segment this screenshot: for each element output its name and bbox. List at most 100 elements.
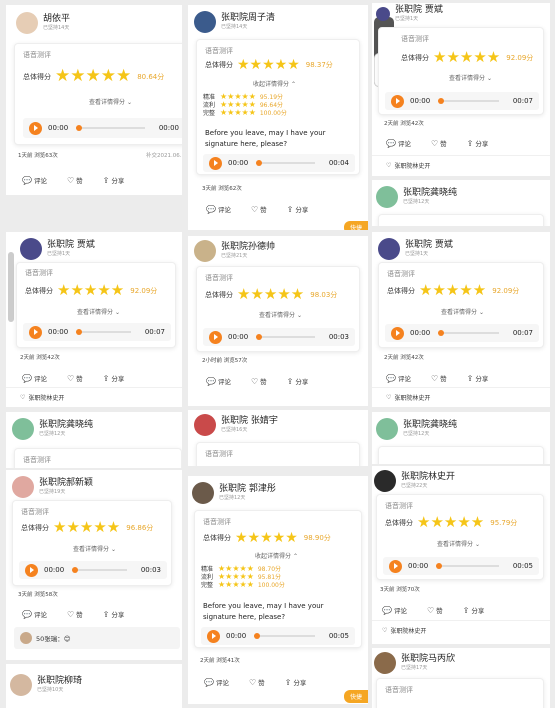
avatar[interactable] bbox=[194, 11, 216, 33]
progress-track[interactable] bbox=[436, 563, 499, 569]
liker-list[interactable]: ♡ 张职院林史开 bbox=[386, 161, 430, 170]
progress-track[interactable] bbox=[254, 633, 315, 639]
progress-handle[interactable] bbox=[256, 160, 263, 166]
share-button[interactable]: ⇪ 分享 bbox=[467, 138, 489, 149]
user-name[interactable]: 张职院 张婧宇 bbox=[221, 416, 278, 427]
comment-row[interactable]: 50张瑞：😊 bbox=[14, 627, 180, 649]
user-name[interactable]: 张职院龚晓纯 bbox=[403, 188, 457, 199]
view-details-button[interactable]: 查看详情得分 ⌄ bbox=[73, 544, 116, 553]
progress-track[interactable] bbox=[256, 334, 315, 340]
avatar[interactable] bbox=[376, 7, 390, 21]
comment-button[interactable]: 💬 评论 bbox=[386, 373, 411, 384]
progress-track[interactable] bbox=[256, 160, 315, 166]
avatar[interactable] bbox=[194, 240, 216, 262]
share-button[interactable]: ⇪ 分享 bbox=[287, 204, 309, 215]
like-button[interactable]: ♡ 赞 bbox=[249, 677, 265, 688]
share-button[interactable]: ⇪ 分享 bbox=[467, 373, 489, 384]
like-button[interactable]: ♡ 赞 bbox=[67, 609, 83, 620]
progress-handle[interactable] bbox=[438, 330, 445, 336]
progress-handle[interactable] bbox=[256, 334, 263, 340]
view-details-button[interactable]: 查看详情得分 ⌄ bbox=[437, 539, 480, 548]
progress-track[interactable] bbox=[76, 329, 131, 335]
user-name[interactable]: 张职院孙德帅 bbox=[221, 242, 275, 253]
like-button[interactable]: ♡ 赞 bbox=[67, 373, 83, 384]
comment-button[interactable]: 💬 评论 bbox=[22, 609, 47, 620]
play-icon[interactable] bbox=[389, 559, 402, 573]
view-details-button[interactable]: 查看详情得分 ⌄ bbox=[441, 307, 484, 316]
avatar[interactable] bbox=[194, 414, 216, 436]
like-button[interactable]: ♡ 赞 bbox=[251, 204, 267, 215]
avatar[interactable] bbox=[376, 186, 398, 208]
user-name[interactable]: 张职院柳琦 bbox=[37, 676, 82, 687]
share-button[interactable]: ⇪ 分享 bbox=[103, 373, 125, 384]
avatar[interactable] bbox=[192, 482, 214, 504]
progress-handle[interactable] bbox=[254, 633, 261, 639]
share-button[interactable]: ⇪ 分享 bbox=[103, 175, 125, 186]
play-icon[interactable] bbox=[209, 156, 222, 170]
progress-handle[interactable] bbox=[438, 98, 445, 104]
quick-tag[interactable]: 快捷 bbox=[343, 690, 368, 703]
view-details-button[interactable]: 查看详情得分 ⌄ bbox=[259, 310, 302, 319]
comment-button[interactable]: 💬 评论 bbox=[22, 373, 47, 384]
user-name[interactable]: 张职院 贾斌 bbox=[47, 240, 95, 251]
user-name[interactable]: 张职院林史开 bbox=[401, 472, 455, 483]
view-details-button[interactable]: 查看详情得分 ⌄ bbox=[77, 307, 120, 316]
user-name[interactable]: 张职院 贾斌 bbox=[405, 240, 453, 251]
avatar[interactable] bbox=[12, 418, 34, 440]
play-icon[interactable] bbox=[209, 330, 222, 344]
user-name[interactable]: 张职院龚晓纯 bbox=[403, 420, 457, 431]
avatar[interactable] bbox=[12, 476, 34, 498]
like-button[interactable]: ♡ 赞 bbox=[431, 138, 447, 149]
play-icon[interactable] bbox=[29, 325, 42, 339]
user-name[interactable]: 张职院龚晓纯 bbox=[39, 420, 93, 431]
avatar[interactable] bbox=[20, 238, 42, 260]
avatar[interactable] bbox=[20, 632, 32, 644]
volume-slider[interactable] bbox=[8, 252, 14, 322]
play-icon[interactable] bbox=[29, 121, 42, 135]
avatar[interactable] bbox=[374, 470, 396, 492]
progress-handle[interactable] bbox=[76, 329, 83, 335]
view-details-button[interactable]: 查看详情得分 ⌄ bbox=[89, 97, 132, 106]
share-button[interactable]: ⇪ 分享 bbox=[287, 376, 309, 387]
liker-list[interactable]: ♡ 张职院林史开 bbox=[20, 393, 64, 402]
comment-button[interactable]: 💬 评论 bbox=[22, 175, 47, 186]
comment-button[interactable]: 💬 评论 bbox=[206, 204, 231, 215]
user-name[interactable]: 胡依平 bbox=[43, 14, 70, 25]
user-name[interactable]: 张职院郝新颖 bbox=[39, 478, 93, 489]
progress-track[interactable] bbox=[76, 125, 145, 131]
progress-track[interactable] bbox=[438, 98, 499, 104]
collapse-details-button[interactable]: 收起详情得分 ⌃ bbox=[253, 79, 296, 88]
avatar[interactable] bbox=[10, 674, 32, 696]
avatar[interactable] bbox=[376, 418, 398, 440]
comment-button[interactable]: 💬 评论 bbox=[386, 138, 411, 149]
avatar[interactable] bbox=[374, 652, 396, 674]
like-button[interactable]: ♡ 赞 bbox=[431, 373, 447, 384]
progress-handle[interactable] bbox=[72, 567, 79, 573]
liker-list[interactable]: ♡ 张职院林史开 bbox=[386, 393, 430, 402]
comment-button[interactable]: 💬 评论 bbox=[204, 677, 229, 688]
progress-track[interactable] bbox=[438, 330, 499, 336]
play-icon[interactable] bbox=[25, 563, 38, 577]
comment-button[interactable]: 💬 评论 bbox=[206, 376, 231, 387]
like-button[interactable]: ♡ 赞 bbox=[427, 605, 443, 616]
play-icon[interactable] bbox=[391, 326, 404, 340]
play-icon[interactable] bbox=[207, 629, 220, 643]
liker-list[interactable]: ♡ 张职院林史开 bbox=[382, 626, 426, 635]
collapse-details-button[interactable]: 收起详情得分 ⌃ bbox=[255, 551, 298, 560]
comment-button[interactable]: 💬 评论 bbox=[382, 605, 407, 616]
avatar[interactable] bbox=[16, 12, 38, 34]
play-icon[interactable] bbox=[391, 94, 404, 108]
user-name[interactable]: 张职院 郭津彤 bbox=[219, 484, 276, 495]
user-name[interactable]: 张职院周子清 bbox=[221, 13, 275, 24]
user-name[interactable]: 张职院马丙欣 bbox=[401, 654, 455, 665]
avatar[interactable] bbox=[378, 238, 400, 260]
like-button[interactable]: ♡ 赞 bbox=[67, 175, 83, 186]
share-button[interactable]: ⇪ 分享 bbox=[103, 609, 125, 620]
quick-tag[interactable]: 快捷 bbox=[343, 221, 368, 230]
progress-handle[interactable] bbox=[76, 125, 83, 131]
view-details-button[interactable]: 查看详情得分 ⌄ bbox=[449, 73, 492, 82]
like-button[interactable]: ♡ 赞 bbox=[251, 376, 267, 387]
share-button[interactable]: ⇪ 分享 bbox=[285, 677, 307, 688]
progress-handle[interactable] bbox=[436, 563, 443, 569]
share-button[interactable]: ⇪ 分享 bbox=[463, 605, 485, 616]
